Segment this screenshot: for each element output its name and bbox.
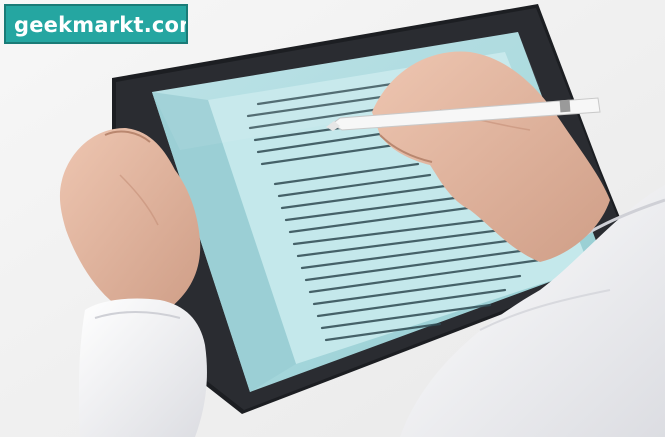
photo-scene (0, 0, 665, 437)
left-shirt-cuff (78, 298, 207, 437)
watermark-logo: geekmarkt.com (4, 4, 188, 44)
